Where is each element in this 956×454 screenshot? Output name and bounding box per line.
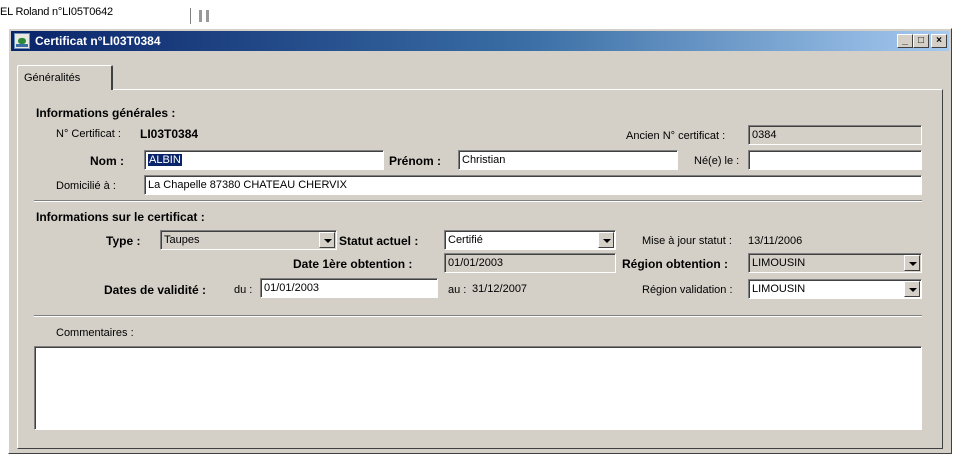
type-value: Taupes: [164, 234, 200, 246]
window-title: Certificat n°LI03T0384: [35, 34, 161, 48]
statut-select[interactable]: Certifié: [444, 230, 616, 250]
region-obtention-select[interactable]: LIMOUSIN: [748, 253, 922, 273]
maj-value: 13/11/2006: [748, 235, 803, 247]
au-label: au :: [448, 284, 467, 296]
nom-input[interactable]: ALBIN: [144, 150, 384, 170]
maj-label: Mise à jour statut :: [642, 235, 732, 247]
du-input[interactable]: 01/01/2003: [260, 278, 438, 298]
birth-input[interactable]: [748, 150, 922, 170]
statut-value: Certifié: [448, 234, 483, 246]
old-cert-label: Ancien N° certificat :: [626, 130, 726, 142]
certificate-window: Certificat n°LI03T0384 _ □ × Généralités…: [8, 28, 952, 454]
tab-generalites[interactable]: Généralités: [17, 65, 113, 90]
region-validation-select[interactable]: LIMOUSIN: [748, 279, 922, 299]
type-label: Type :: [106, 234, 141, 248]
date-obtention-field[interactable]: 01/01/2003: [444, 253, 616, 273]
background-window-title: EL Roland n°LI05T0642: [0, 0, 956, 24]
chevron-down-icon[interactable]: [319, 232, 335, 248]
general-info-heading: Informations générales :: [36, 106, 176, 120]
chevron-down-icon[interactable]: [598, 232, 614, 248]
nom-value: ALBIN: [148, 154, 182, 166]
region-obtention-value: LIMOUSIN: [752, 257, 806, 269]
prenom-label: Prénom :: [389, 154, 442, 168]
au-value: 31/12/2007: [472, 283, 528, 295]
region-validation-label: Région validation :: [642, 284, 733, 296]
section-divider: [34, 200, 922, 202]
background-window-label: EL Roland n°LI05T0642: [0, 6, 113, 18]
toolbar-grip: [190, 8, 216, 24]
tab-panel: Informations générales : N° Certificat :…: [17, 89, 943, 449]
comments-label: Commentaires :: [56, 327, 134, 339]
validite-label: Dates de validité :: [104, 283, 207, 297]
chevron-down-icon[interactable]: [904, 255, 920, 271]
section-divider: [34, 315, 922, 317]
date-obtention-label: Date 1ère obtention :: [293, 257, 413, 271]
nom-label: Nom :: [90, 154, 124, 168]
type-select[interactable]: Taupes: [160, 230, 337, 250]
cert-number-value: LI03T0384: [140, 127, 199, 141]
maximize-button[interactable]: □: [913, 34, 929, 48]
domicile-label: Domicilié à :: [56, 180, 116, 192]
chevron-down-icon[interactable]: [904, 281, 920, 297]
cert-number-label: N° Certificat :: [56, 128, 121, 140]
app-icon: [14, 33, 30, 49]
region-validation-value: LIMOUSIN: [752, 283, 806, 295]
close-button[interactable]: ×: [931, 34, 947, 48]
comments-textarea[interactable]: [34, 346, 922, 430]
title-bar[interactable]: Certificat n°LI03T0384 _ □ ×: [11, 31, 949, 51]
certificate-info-heading: Informations sur le certificat :: [36, 210, 205, 224]
minimize-button[interactable]: _: [897, 34, 913, 48]
statut-label: Statut actuel :: [339, 234, 419, 248]
region-obtention-label: Région obtention :: [622, 257, 728, 271]
prenom-input[interactable]: Christian: [458, 150, 678, 170]
du-label: du :: [234, 284, 253, 296]
domicile-input[interactable]: La Chapelle 87380 CHATEAU CHERVIX: [144, 175, 922, 195]
old-cert-field[interactable]: 0384: [748, 125, 922, 145]
birth-label: Né(e) le :: [694, 155, 740, 167]
